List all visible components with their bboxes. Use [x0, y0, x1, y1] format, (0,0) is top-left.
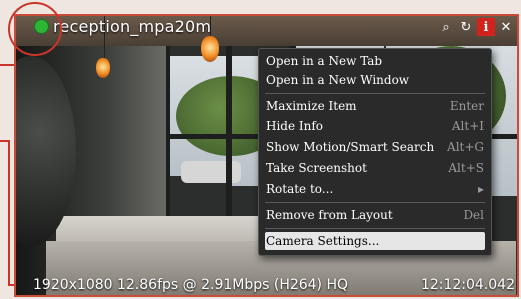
- camera-name: reception_mpa20m: [53, 17, 212, 36]
- item-toolbar: ⌕ ↻ i ✕: [437, 18, 515, 36]
- menu-item-maximize[interactable]: Maximize Item Enter: [265, 97, 485, 115]
- menu-item-label: Show Motion/Smart Search: [266, 140, 435, 154]
- stream-info: 1920x1080 12.86fps @ 2.91Mbps (H264) HQ: [33, 277, 349, 293]
- menu-item-label: Camera Settings...: [266, 234, 380, 248]
- callout-circle: [8, 2, 62, 56]
- menu-separator: [265, 228, 485, 229]
- menu-item-label: Hide Info: [266, 119, 324, 133]
- menu-item-open-new-window[interactable]: Open in a New Window: [265, 71, 485, 89]
- menu-item-rotate[interactable]: Rotate to... ▸: [265, 180, 485, 198]
- menu-separator: [265, 93, 485, 94]
- context-menu: Open in a New Tab Open in a New Window M…: [258, 48, 492, 256]
- menu-item-label: Remove from Layout: [266, 208, 393, 222]
- menu-item-camera-settings[interactable]: Camera Settings...: [265, 232, 485, 250]
- menu-item-label: Take Screenshot: [266, 161, 367, 175]
- menu-item-shortcut: Del: [463, 208, 484, 222]
- menu-item-shortcut: Alt+G: [447, 140, 484, 154]
- menu-separator: [265, 202, 485, 203]
- menu-item-label: Open in a New Window: [266, 73, 410, 87]
- menu-item-open-new-tab[interactable]: Open in a New Tab: [265, 52, 485, 70]
- rotate-icon[interactable]: ↻: [457, 18, 475, 36]
- timestamp: 12:12:04.042: [420, 277, 515, 293]
- menu-item-label: Maximize Item: [266, 99, 357, 113]
- menu-item-shortcut: Enter: [449, 99, 484, 113]
- menu-item-label: Open in a New Tab: [266, 54, 383, 68]
- menu-item-take-screenshot[interactable]: Take Screenshot Alt+S: [265, 159, 485, 177]
- menu-item-label: Rotate to...: [266, 182, 334, 196]
- menu-item-hide-info[interactable]: Hide Info Alt+I: [265, 117, 485, 135]
- close-icon[interactable]: ✕: [497, 18, 515, 36]
- submenu-arrow-icon: ▸: [477, 182, 484, 196]
- info-icon[interactable]: i: [477, 18, 495, 36]
- menu-item-shortcut: Alt+I: [451, 119, 484, 133]
- callout-line: [8, 140, 10, 285]
- menu-item-shortcut: Alt+S: [448, 161, 484, 175]
- search-icon[interactable]: ⌕: [437, 18, 455, 36]
- menu-item-motion-search[interactable]: Show Motion/Smart Search Alt+G: [265, 138, 485, 156]
- menu-item-remove-from-layout[interactable]: Remove from Layout Del: [265, 206, 485, 224]
